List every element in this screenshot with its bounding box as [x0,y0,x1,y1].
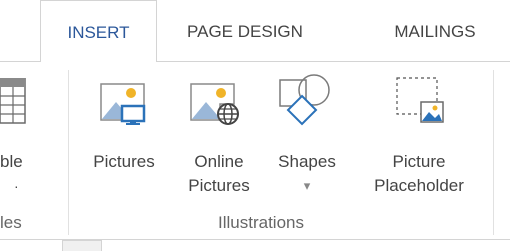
pictures-icon [100,83,146,125]
tables-group-label: les [0,213,22,232]
pictures-label: Pictures [93,152,155,171]
table-button[interactable]: ble · [0,62,60,212]
ruler-marker [62,240,102,251]
picture-placeholder-icon [396,77,444,123]
picture-placeholder-label-line2: Placeholder [374,176,464,195]
shapes-label: Shapes [278,152,336,171]
picture-placeholder-button[interactable]: Picture Placeholder [354,62,484,212]
pictures-button[interactable]: Pictures [83,62,165,212]
shapes-button[interactable]: Shapes ▾ [268,62,346,212]
group-separator-right [493,70,494,235]
picture-placeholder-label-line1: Picture [392,152,446,171]
tab-page-design[interactable]: PAGE DESIGN [170,0,320,62]
shapes-dropdown-icon[interactable]: ▾ [268,174,346,198]
group-separator [68,70,69,235]
online-pictures-icon [190,83,239,125]
tab-mailings[interactable]: MAILINGS [370,0,500,62]
shapes-icon [279,74,330,126]
online-pictures-button[interactable]: Online Pictures [178,62,260,212]
online-pictures-label-line1: Online [194,152,244,171]
table-dropdown-icon: · [14,178,19,194]
ribbon-tab-strip: INSERT PAGE DESIGN MAILINGS [0,0,510,62]
table-icon [0,78,26,124]
table-button-label: ble [0,152,23,171]
tab-insert[interactable]: INSERT [40,0,157,62]
ribbon-panel: ble · les Pictures Online Pictures Shape… [0,61,510,240]
online-pictures-label-line2: Pictures [188,176,250,195]
illustrations-group-label: Illustrations [218,213,304,232]
